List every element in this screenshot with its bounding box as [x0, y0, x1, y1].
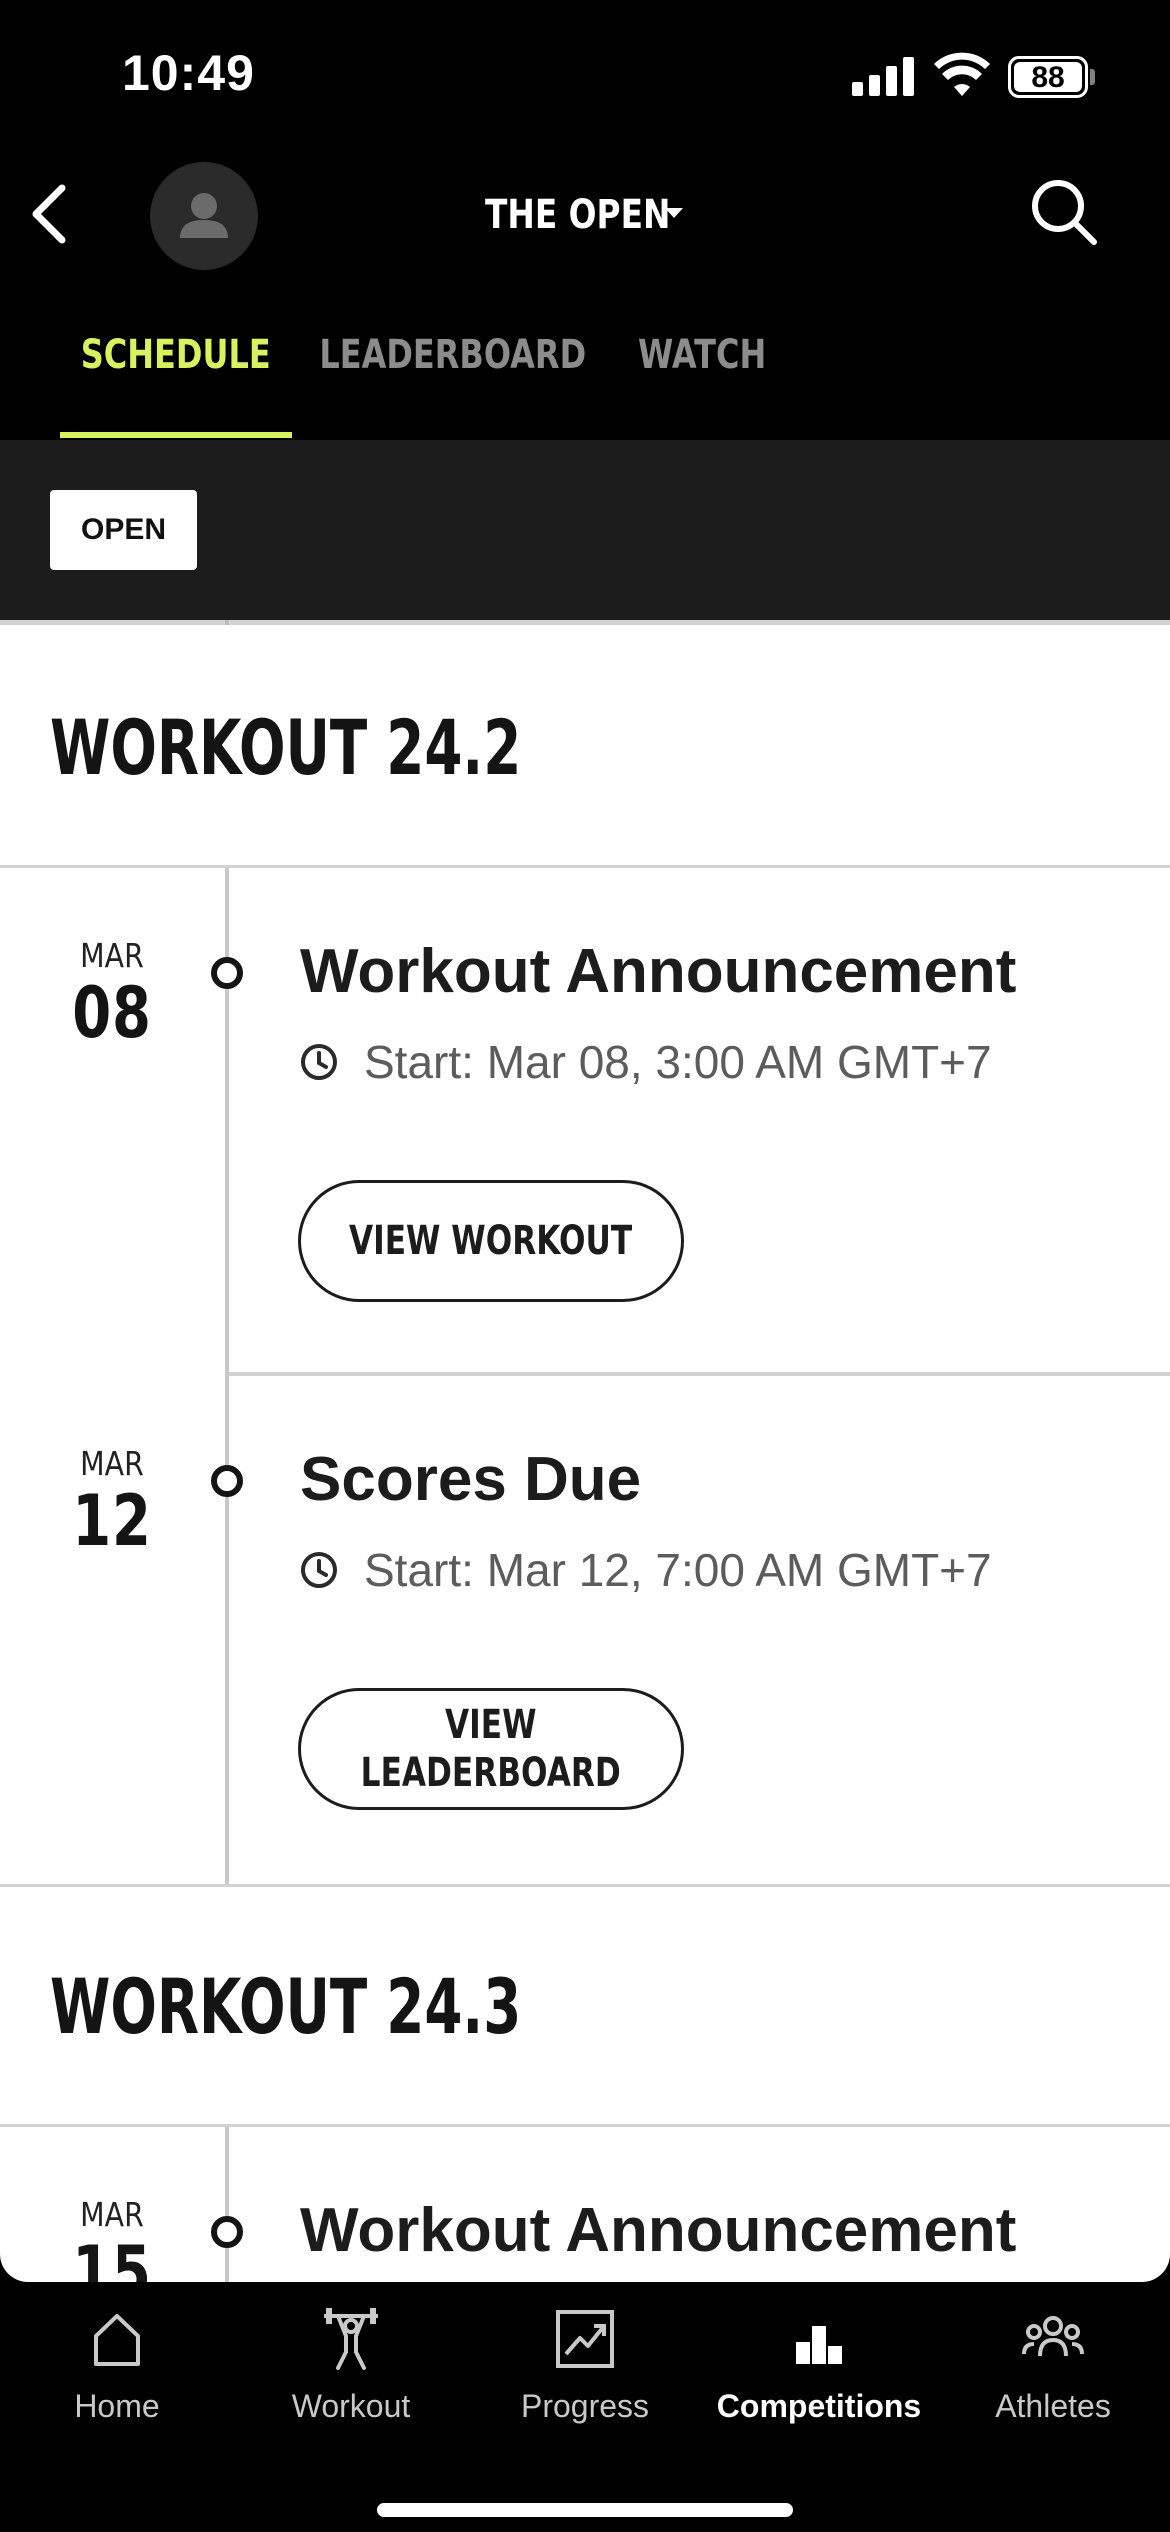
timeline-dot [211, 957, 243, 989]
clock-icon [301, 1552, 337, 1588]
schedule-list[interactable]: WORKOUT 24.2 MAR 08 Workout Announcement… [0, 620, 1170, 2282]
chevron-left-icon [32, 184, 66, 244]
search-icon [1032, 180, 1097, 245]
schedule-event: MAR 15 Workout Announcement [0, 2127, 1170, 2282]
tabbar-label: Competitions [716, 2388, 922, 2424]
caret-down-icon [665, 208, 683, 218]
home-icon [94, 2314, 140, 2366]
top-navigation: THE OPEN SCHEDULE LEADERBOARD WATCH [0, 150, 1170, 410]
tabbar-item-athletes[interactable]: Athletes [936, 2304, 1170, 2444]
avatar[interactable] [150, 162, 258, 270]
event-month: MAR [80, 2195, 144, 2234]
view-leaderboard-button[interactable]: VIEW LEADERBOARD [298, 1688, 684, 1810]
home-indicator [377, 2503, 793, 2517]
event-start-text: Start: Mar 12, 7:00 AM GMT+7 [364, 1544, 992, 1596]
search-button[interactable] [1024, 172, 1104, 252]
status-bar: 10:49 88 [0, 0, 1170, 150]
event-start-time: Start: Mar 08, 3:00 AM GMT+7 [300, 1036, 992, 1088]
event-start-time: Start: Mar 12, 7:00 AM GMT+7 [300, 1544, 992, 1596]
event-month: MAR [80, 936, 144, 975]
battery-icon: 88 [1008, 56, 1088, 98]
workout-icon [324, 2308, 378, 2370]
event-start-text: Start: Mar 08, 3:00 AM GMT+7 [364, 1036, 992, 1088]
tabbar-item-workout[interactable]: Workout [234, 2304, 468, 2444]
view-workout-button[interactable]: VIEW WORKOUT [298, 1180, 684, 1302]
status-time: 10:49 [122, 45, 255, 101]
battery-level: 88 [1014, 62, 1082, 93]
section-title: WORKOUT 24.2 [50, 703, 522, 792]
filter-strip: OPEN [0, 440, 1170, 620]
section-header: WORKOUT 24.3 [0, 1884, 1170, 2127]
section-header: WORKOUT 24.2 [0, 625, 1170, 868]
section-title: WORKOUT 24.3 [50, 1962, 522, 2051]
filter-chip-open[interactable]: OPEN [50, 490, 197, 570]
view-leaderboard-label: VIEW LEADERBOARD [360, 1702, 622, 1796]
schedule-event: MAR 08 Workout Announcement Start: Mar 0… [0, 868, 1170, 1376]
competitions-icon [796, 2326, 842, 2364]
event-title: Workout Announcement [300, 2196, 1017, 2265]
wifi-icon [934, 52, 990, 96]
event-title: Scores Due [300, 1445, 642, 1514]
competition-selector[interactable]: THE OPEN [485, 180, 711, 250]
user-icon [180, 193, 228, 238]
view-workout-label: VIEW WORKOUT [349, 1218, 633, 1264]
tabbar-label: Progress [520, 2388, 650, 2424]
athletes-icon [1022, 2316, 1084, 2357]
event-title: Workout Announcement [300, 937, 1017, 1006]
tabbar-label: Athletes [995, 2388, 1111, 2424]
event-day: 15 [72, 2231, 152, 2282]
battery-cap [1090, 69, 1095, 85]
active-tab-indicator [60, 432, 292, 438]
tab-watch[interactable]: WATCH [632, 300, 772, 410]
back-button[interactable] [18, 174, 78, 254]
clock-icon [301, 1044, 337, 1080]
tabbar-item-home[interactable]: Home [0, 2304, 234, 2444]
cellular-signal-icon [852, 56, 914, 96]
event-day: 08 [72, 972, 152, 1054]
tabbar-label: Workout [291, 2388, 411, 2424]
event-month: MAR [80, 1444, 144, 1483]
progress-icon [556, 2310, 614, 2368]
event-day: 12 [72, 1480, 152, 1562]
schedule-event: MAR 12 Scores Due Start: Mar 12, 7:00 AM… [0, 1376, 1170, 1884]
tab-schedule[interactable]: SCHEDULE [60, 300, 292, 410]
tabbar-item-competitions[interactable]: Competitions [702, 2304, 936, 2444]
timeline-dot [211, 2216, 243, 2248]
page-title: THE OPEN [485, 192, 671, 238]
bottom-tab-bar: Home Workout Progress Competitions Athle… [0, 2282, 1170, 2532]
tabbar-item-progress[interactable]: Progress [468, 2304, 702, 2444]
timeline-dot [211, 1465, 243, 1497]
tab-leaderboard[interactable]: LEADERBOARD [319, 300, 586, 410]
tabbar-label: Home [74, 2388, 160, 2424]
tab-bar-top: SCHEDULE LEADERBOARD WATCH [0, 300, 1170, 410]
